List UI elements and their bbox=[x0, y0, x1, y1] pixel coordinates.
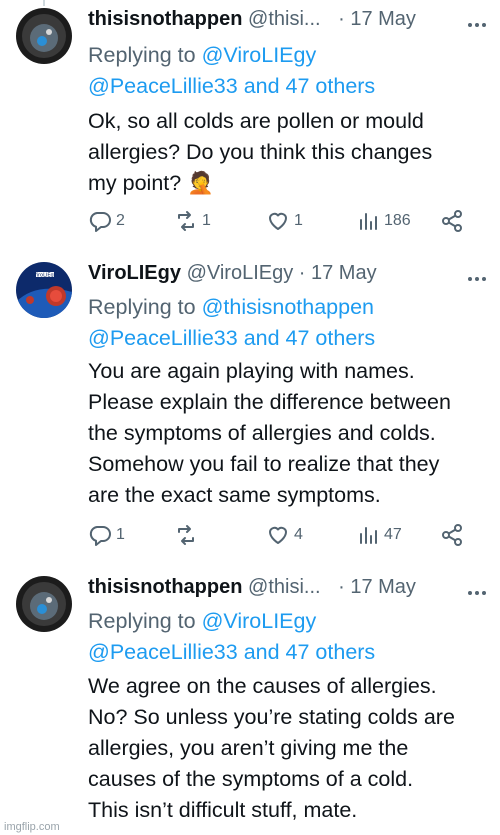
tweet-text-line: are the exact same symptoms. bbox=[88, 483, 381, 507]
retweet-button[interactable] bbox=[174, 520, 202, 550]
tweet-2[interactable]: ViroLIEgy ViroLIEgy @ViroLIEgy · 17 May … bbox=[0, 262, 500, 562]
avatar[interactable] bbox=[16, 8, 72, 64]
like-button[interactable]: 1 bbox=[266, 206, 303, 236]
share-icon bbox=[442, 210, 462, 232]
replying-to: Replying to @ViroLIEgy @PeaceLillie33 an… bbox=[88, 606, 488, 668]
retweet-icon bbox=[178, 211, 194, 231]
tweet-text-line: causes of the symptoms of a cold. bbox=[88, 767, 414, 791]
mention-link[interactable]: @ViroLIEgy bbox=[202, 609, 317, 633]
tweet-date[interactable]: · 17 May bbox=[338, 576, 416, 598]
tweet-text-line: my point? 🤦 bbox=[88, 171, 214, 195]
heart-icon bbox=[269, 526, 287, 544]
share-icon bbox=[442, 524, 462, 546]
avatar[interactable]: ViroLIEgy bbox=[16, 262, 72, 318]
like-button[interactable]: 4 bbox=[266, 520, 303, 550]
share-button[interactable] bbox=[440, 520, 464, 550]
tweet-3[interactable]: thisisnothappen @thisi... · 17 May Reply… bbox=[0, 576, 500, 835]
replying-to: Replying to @thisisnothappen @PeaceLilli… bbox=[88, 292, 488, 354]
reply-count: 1 bbox=[116, 526, 125, 543]
retweet-count: 1 bbox=[202, 212, 211, 229]
like-count: 4 bbox=[294, 526, 303, 543]
tweet-text-line: Please explain the difference between bbox=[88, 390, 451, 414]
tweet-text-line: allergies? Do you think this changes bbox=[88, 140, 433, 164]
like-count: 1 bbox=[294, 212, 303, 229]
retweet-icon bbox=[178, 525, 194, 545]
avatar-image bbox=[16, 576, 72, 632]
tweet-text-line: No? So unless you’re stating colds are bbox=[88, 705, 455, 729]
reply-icon bbox=[89, 526, 111, 546]
tweet-actions: 2 1 1 186 bbox=[88, 206, 476, 236]
more-options-icon[interactable] bbox=[465, 582, 486, 600]
reply-count: 2 bbox=[116, 212, 125, 229]
tweet-1[interactable]: thisisnothappen @thisi... · 17 May Reply… bbox=[0, 8, 500, 253]
reply-icon bbox=[89, 212, 111, 232]
view-count: 47 bbox=[384, 526, 402, 543]
views-button[interactable]: 186 bbox=[356, 206, 411, 236]
more-options-icon[interactable] bbox=[465, 14, 486, 32]
mention-others-link[interactable]: @PeaceLillie33 and 47 others bbox=[88, 71, 488, 102]
replying-label: Replying to bbox=[88, 609, 196, 633]
mention-others-link[interactable]: @PeaceLillie33 and 47 others bbox=[88, 323, 488, 354]
display-name[interactable]: ViroLIEgy bbox=[88, 262, 181, 284]
view-count: 186 bbox=[384, 212, 411, 229]
views-button[interactable]: 47 bbox=[356, 520, 402, 550]
tweet-date[interactable]: · 17 May bbox=[338, 8, 416, 30]
avatar-image bbox=[16, 8, 72, 64]
tweet-header: ViroLIEgy @ViroLIEgy · 17 May bbox=[88, 262, 488, 292]
display-name[interactable]: thisisnothappen bbox=[88, 576, 242, 598]
user-handle[interactable]: @thisi... bbox=[248, 8, 321, 30]
more-options-icon[interactable] bbox=[465, 268, 486, 286]
tweet-text-line: This isn’t difficult stuff, mate. bbox=[88, 798, 358, 822]
reply-button[interactable]: 1 bbox=[88, 520, 125, 550]
mention-link[interactable]: @thisisnothappen bbox=[202, 295, 374, 319]
display-name[interactable]: thisisnothappen bbox=[88, 8, 242, 30]
share-button[interactable] bbox=[440, 206, 464, 236]
tweet-text-line: the symptoms of allergies and colds. bbox=[88, 421, 436, 445]
user-handle[interactable]: @thisi... bbox=[248, 576, 321, 598]
tweet-text-line: Somehow you fail to realize that they bbox=[88, 452, 440, 476]
avatar[interactable] bbox=[16, 576, 72, 632]
tweet-text-line: Ok, so all colds are pollen or mould bbox=[88, 109, 424, 133]
replying-label: Replying to bbox=[88, 43, 196, 67]
retweet-button[interactable]: 1 bbox=[174, 206, 211, 236]
tweet-header: thisisnothappen @thisi... · 17 May bbox=[88, 576, 488, 606]
avatar-image: ViroLIEgy bbox=[16, 262, 72, 318]
views-chart-icon bbox=[360, 213, 377, 230]
heart-icon bbox=[269, 212, 287, 230]
tweet-text-line: You are again playing with names. bbox=[88, 359, 415, 383]
reply-button[interactable]: 2 bbox=[88, 206, 125, 236]
tweet-text: You are again playing with names. Please… bbox=[88, 356, 490, 511]
replying-to: Replying to @ViroLIEgy @PeaceLillie33 an… bbox=[88, 40, 488, 102]
tweet-text: We agree on the causes of allergies. No?… bbox=[88, 671, 490, 826]
thread-line-top bbox=[43, 0, 45, 6]
tweet-date[interactable]: · 17 May bbox=[299, 262, 377, 284]
user-handle[interactable]: @ViroLIEgy bbox=[187, 262, 294, 284]
tweet-text-line: allergies, you aren’t giving me the bbox=[88, 736, 409, 760]
views-chart-icon bbox=[360, 527, 377, 544]
tweet-header: thisisnothappen @thisi... · 17 May bbox=[88, 8, 488, 38]
mention-others-link[interactable]: @PeaceLillie33 and 47 others bbox=[88, 637, 488, 668]
imgflip-watermark: imgflip.com bbox=[4, 821, 60, 833]
replying-label: Replying to bbox=[88, 295, 196, 319]
avatar-logo-text: ViroLIEgy bbox=[33, 273, 56, 279]
tweet-actions: 1 4 47 bbox=[88, 520, 476, 550]
tweet-text: Ok, so all colds are pollen or mould all… bbox=[88, 106, 490, 199]
mention-link[interactable]: @ViroLIEgy bbox=[202, 43, 317, 67]
tweet-text-line: We agree on the causes of allergies. bbox=[88, 674, 437, 698]
